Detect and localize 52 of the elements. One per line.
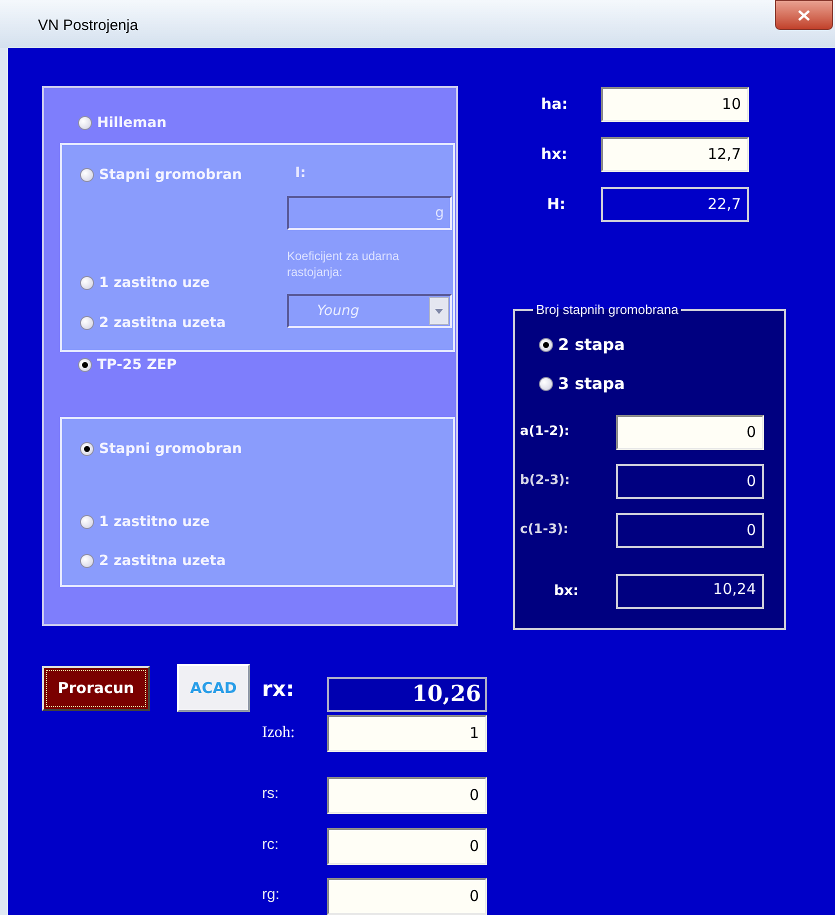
input-field[interactable]: 12,7 xyxy=(601,137,749,172)
input-field[interactable]: 10 xyxy=(601,87,749,122)
field-label: rx: xyxy=(262,677,296,701)
radio-label: Hilleman xyxy=(97,114,167,132)
radio-button[interactable] xyxy=(80,168,94,182)
calculate-button[interactable]: Proracun xyxy=(42,666,150,711)
field-label: ha: xyxy=(541,94,569,116)
field-label: hx: xyxy=(541,144,568,166)
radio-button[interactable] xyxy=(80,554,94,568)
field-label: a(1-2): xyxy=(519,423,570,442)
radio-button[interactable] xyxy=(539,338,553,352)
radio-button[interactable] xyxy=(80,316,94,330)
field-label: b(2-3): xyxy=(519,472,571,490)
group-title: Broj stapnih gromobrana xyxy=(535,301,680,319)
input-field[interactable]: 0 xyxy=(327,777,487,814)
radio-label: 2 zastitna uzeta xyxy=(99,314,226,332)
input-field[interactable]: 0 xyxy=(327,878,487,915)
radio-label: 3 stapa xyxy=(558,372,625,394)
close-button[interactable] xyxy=(775,0,833,30)
current-label: I: xyxy=(295,164,306,183)
close-icon xyxy=(798,10,810,20)
radio-button[interactable] xyxy=(80,515,94,529)
field-label: Izoh: xyxy=(262,723,296,743)
radio-label: Stapni gromobran xyxy=(99,166,242,184)
radio-button[interactable] xyxy=(80,276,94,290)
field-label: H: xyxy=(546,194,567,216)
radio-button[interactable] xyxy=(78,358,92,372)
input-field[interactable]: 22,7 xyxy=(601,187,749,222)
field-label: c(1-3): xyxy=(519,521,570,540)
input-field[interactable]: 10,24 xyxy=(616,574,764,608)
radio-label: 2 zastitna uzeta xyxy=(99,552,226,570)
radio-button[interactable] xyxy=(80,442,94,456)
radio-label: 1 zastitno uze xyxy=(99,512,210,532)
input-field[interactable]: 1 xyxy=(327,715,487,752)
field-label: bx: xyxy=(553,582,580,600)
radio-label: 2 stapa xyxy=(558,334,625,356)
radio-label: 1 zastitno uze xyxy=(99,274,210,292)
result-field: 10,26 xyxy=(327,677,487,712)
input-field[interactable]: 0 xyxy=(616,512,764,548)
radio-button[interactable] xyxy=(78,116,92,130)
input-field[interactable]: 0 xyxy=(616,464,764,498)
field-label: rs: xyxy=(262,784,280,804)
input-field[interactable]: 0 xyxy=(616,414,764,450)
field-label: rc: xyxy=(262,835,280,855)
input-field[interactable]: 0 xyxy=(327,828,487,865)
caret-icon xyxy=(435,308,443,314)
radio-label: Stapni gromobran xyxy=(99,440,242,458)
coefficient-label: Koeficijent za udarna rastojanja: xyxy=(287,248,400,281)
field-label: rg: xyxy=(262,885,281,905)
radio-label: TP-25 ZEP xyxy=(97,356,177,374)
radio-button[interactable] xyxy=(539,376,553,390)
window-title: VN Postrojenja xyxy=(38,16,138,36)
